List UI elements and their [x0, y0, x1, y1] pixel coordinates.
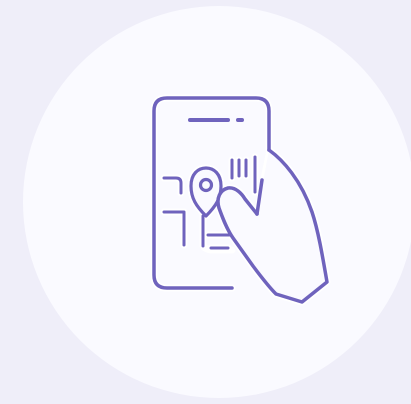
mobile-map-illustration: [23, 6, 411, 398]
illustration-stage: [0, 0, 411, 404]
